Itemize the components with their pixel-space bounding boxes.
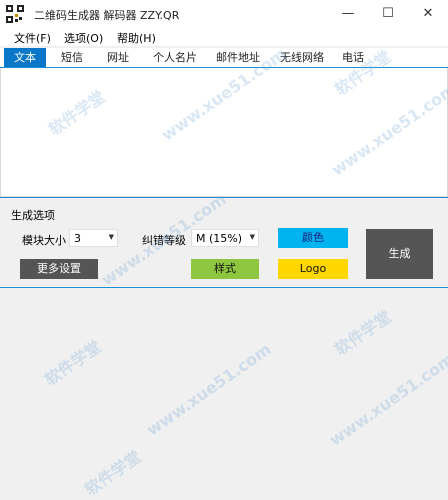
watermark-text: 软件学堂 bbox=[81, 447, 145, 500]
watermark-text: 软件学堂 bbox=[331, 307, 395, 360]
ecc-value: M (15%) bbox=[196, 232, 243, 245]
divider-bottom bbox=[0, 287, 448, 288]
tab-sms[interactable]: 短信 bbox=[52, 48, 92, 67]
generate-button[interactable]: 生成 bbox=[366, 229, 433, 279]
watermark-text: www.xue51.com bbox=[325, 349, 448, 450]
options-section-title: 生成选项 bbox=[11, 209, 55, 222]
menu-options[interactable]: 选项(O) bbox=[64, 30, 103, 46]
close-button[interactable]: ✕ bbox=[408, 0, 448, 28]
title-bar: 二维码生成器 解码器 ZZY.QR — ☐ ✕ bbox=[0, 0, 448, 28]
menu-help[interactable]: 帮助(H) bbox=[117, 30, 156, 46]
menu-file[interactable]: 文件(F) bbox=[14, 30, 51, 46]
tab-url[interactable]: 网址 bbox=[98, 48, 138, 67]
chevron-down-icon: ▼ bbox=[108, 233, 114, 241]
color-button[interactable]: 颜色 bbox=[278, 228, 348, 248]
tab-text[interactable]: 文本 bbox=[4, 48, 46, 67]
minimize-button[interactable]: — bbox=[328, 0, 368, 28]
chevron-down-icon: ▼ bbox=[249, 233, 255, 241]
tab-vcard[interactable]: 个人名片 bbox=[146, 48, 204, 67]
style-button[interactable]: 样式 bbox=[191, 259, 259, 279]
module-size-select[interactable]: 3 ▼ bbox=[69, 229, 118, 247]
module-size-value: 3 bbox=[74, 232, 81, 245]
window-title: 二维码生成器 解码器 ZZY.QR bbox=[34, 9, 180, 22]
watermark-text: 软件学堂 bbox=[41, 337, 105, 390]
qr-app-icon bbox=[6, 5, 24, 23]
watermark-text: www.xue51.com bbox=[142, 339, 275, 440]
more-settings-button[interactable]: 更多设置 bbox=[20, 259, 98, 279]
logo-button[interactable]: Logo bbox=[278, 259, 348, 279]
module-size-label: 模块大小 bbox=[22, 234, 66, 247]
ecc-select[interactable]: M (15%) ▼ bbox=[191, 229, 259, 247]
maximize-button[interactable]: ☐ bbox=[368, 0, 408, 28]
